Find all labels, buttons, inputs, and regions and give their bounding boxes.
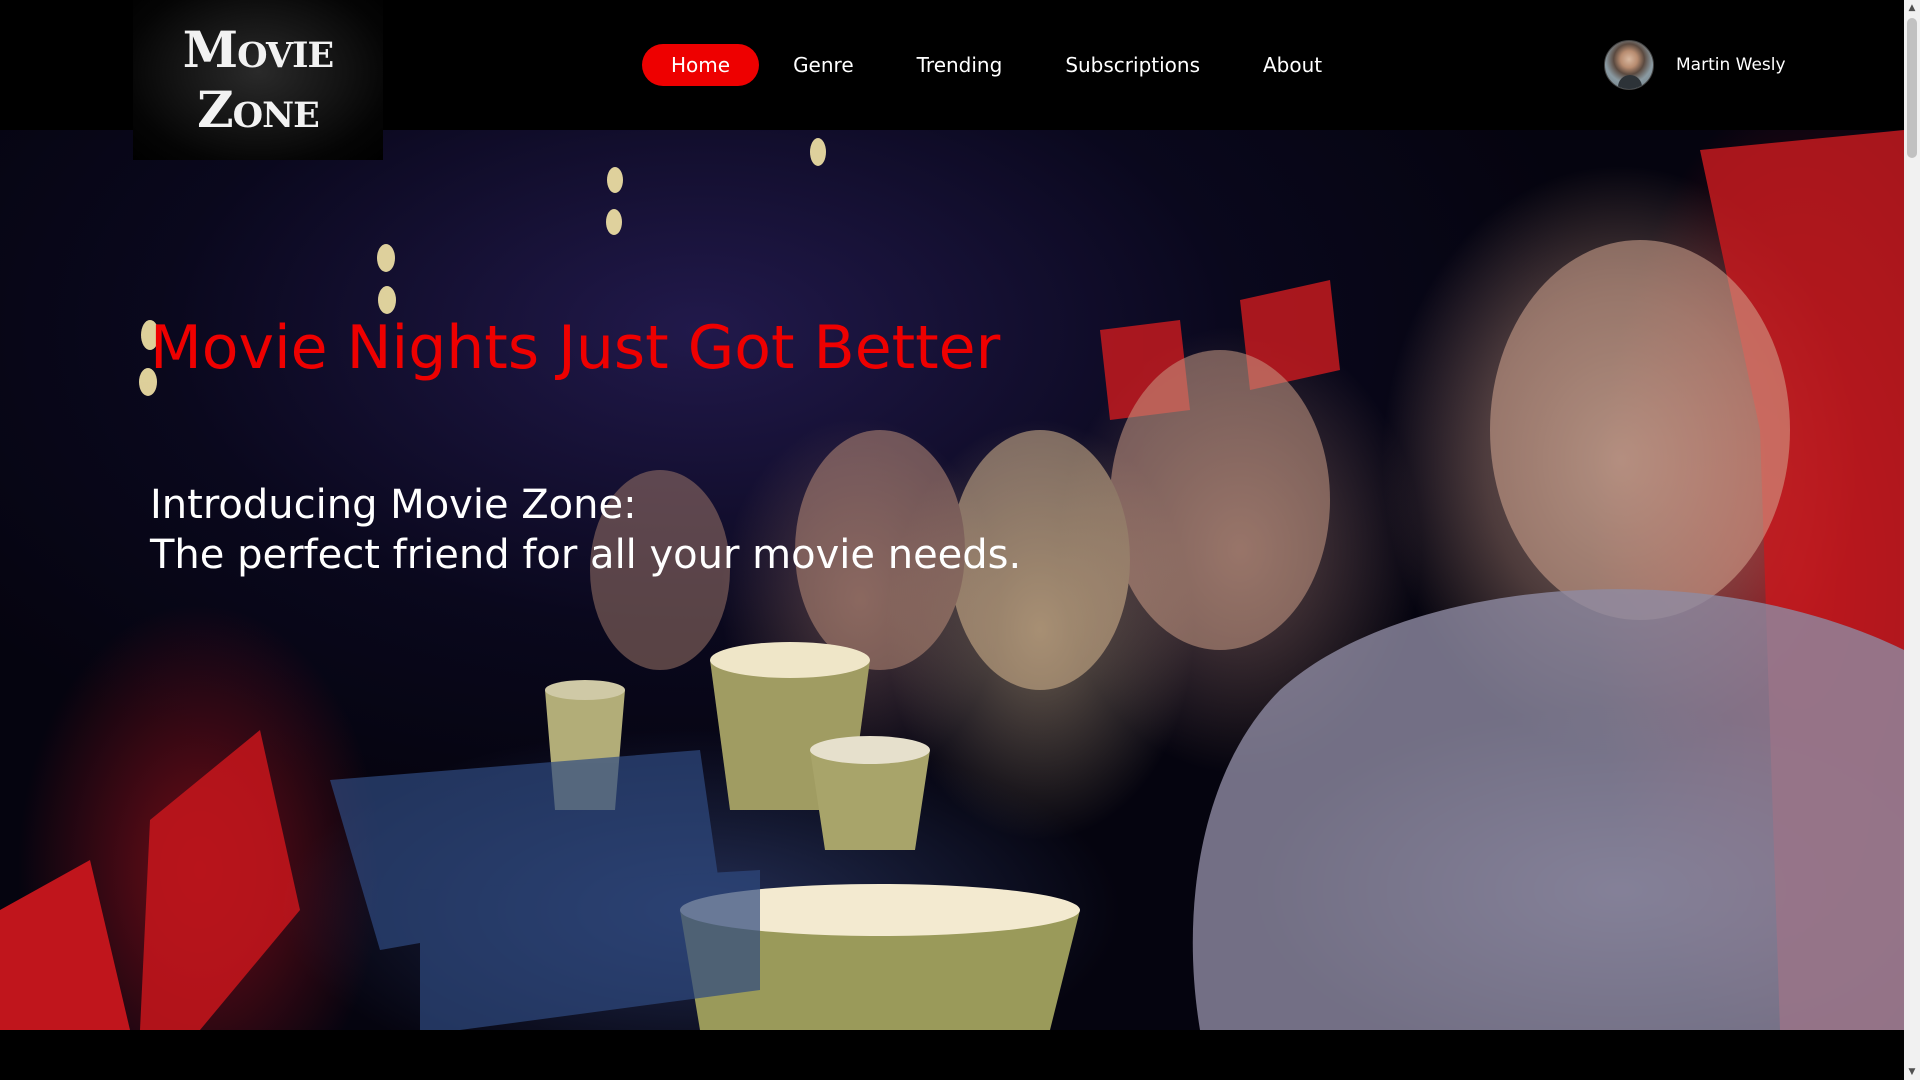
- hero-subtitle-line-1: Introducing Movie Zone:: [150, 482, 637, 528]
- vertical-scrollbar[interactable]: ▲ ▼: [1904, 0, 1920, 1080]
- page-bottom-strip: [0, 1030, 1904, 1080]
- hero-title: Movie Nights Just Got Better: [150, 313, 1001, 383]
- scroll-up-arrow-icon[interactable]: ▲: [1904, 0, 1920, 16]
- scrollbar-thumb[interactable]: [1907, 18, 1917, 158]
- nav-item-genre[interactable]: Genre: [764, 44, 883, 86]
- main-nav: Home Genre Trending Subscriptions About: [642, 44, 1356, 86]
- movie-zone-logo[interactable]: Movie Zone: [133, 0, 383, 160]
- hero-subtitle-line-2: The perfect friend for all your movie ne…: [150, 532, 1022, 578]
- site-header: Movie Zone Home Genre Trending Subscript…: [0, 0, 1904, 160]
- user-profile[interactable]: Martin Wesly: [1604, 40, 1786, 90]
- scroll-down-arrow-icon[interactable]: ▼: [1904, 1064, 1920, 1080]
- hero-background-image: [0, 130, 1904, 1030]
- nav-item-subscriptions[interactable]: Subscriptions: [1036, 44, 1229, 86]
- nav-item-trending[interactable]: Trending: [888, 44, 1032, 86]
- logo-line-2: Zone: [197, 80, 320, 139]
- hero-banner: Movie Nights Just Got Better Introducing…: [0, 130, 1904, 1030]
- hero-subtitle: Introducing Movie Zone: The perfect frie…: [150, 480, 1021, 580]
- page: Movie Zone Home Genre Trending Subscript…: [0, 0, 1920, 1080]
- avatar[interactable]: [1604, 40, 1654, 90]
- nav-item-about[interactable]: About: [1234, 44, 1351, 86]
- nav-item-home[interactable]: Home: [642, 44, 760, 86]
- logo-line-1: Movie: [182, 20, 334, 79]
- user-name[interactable]: Martin Wesly: [1676, 55, 1786, 75]
